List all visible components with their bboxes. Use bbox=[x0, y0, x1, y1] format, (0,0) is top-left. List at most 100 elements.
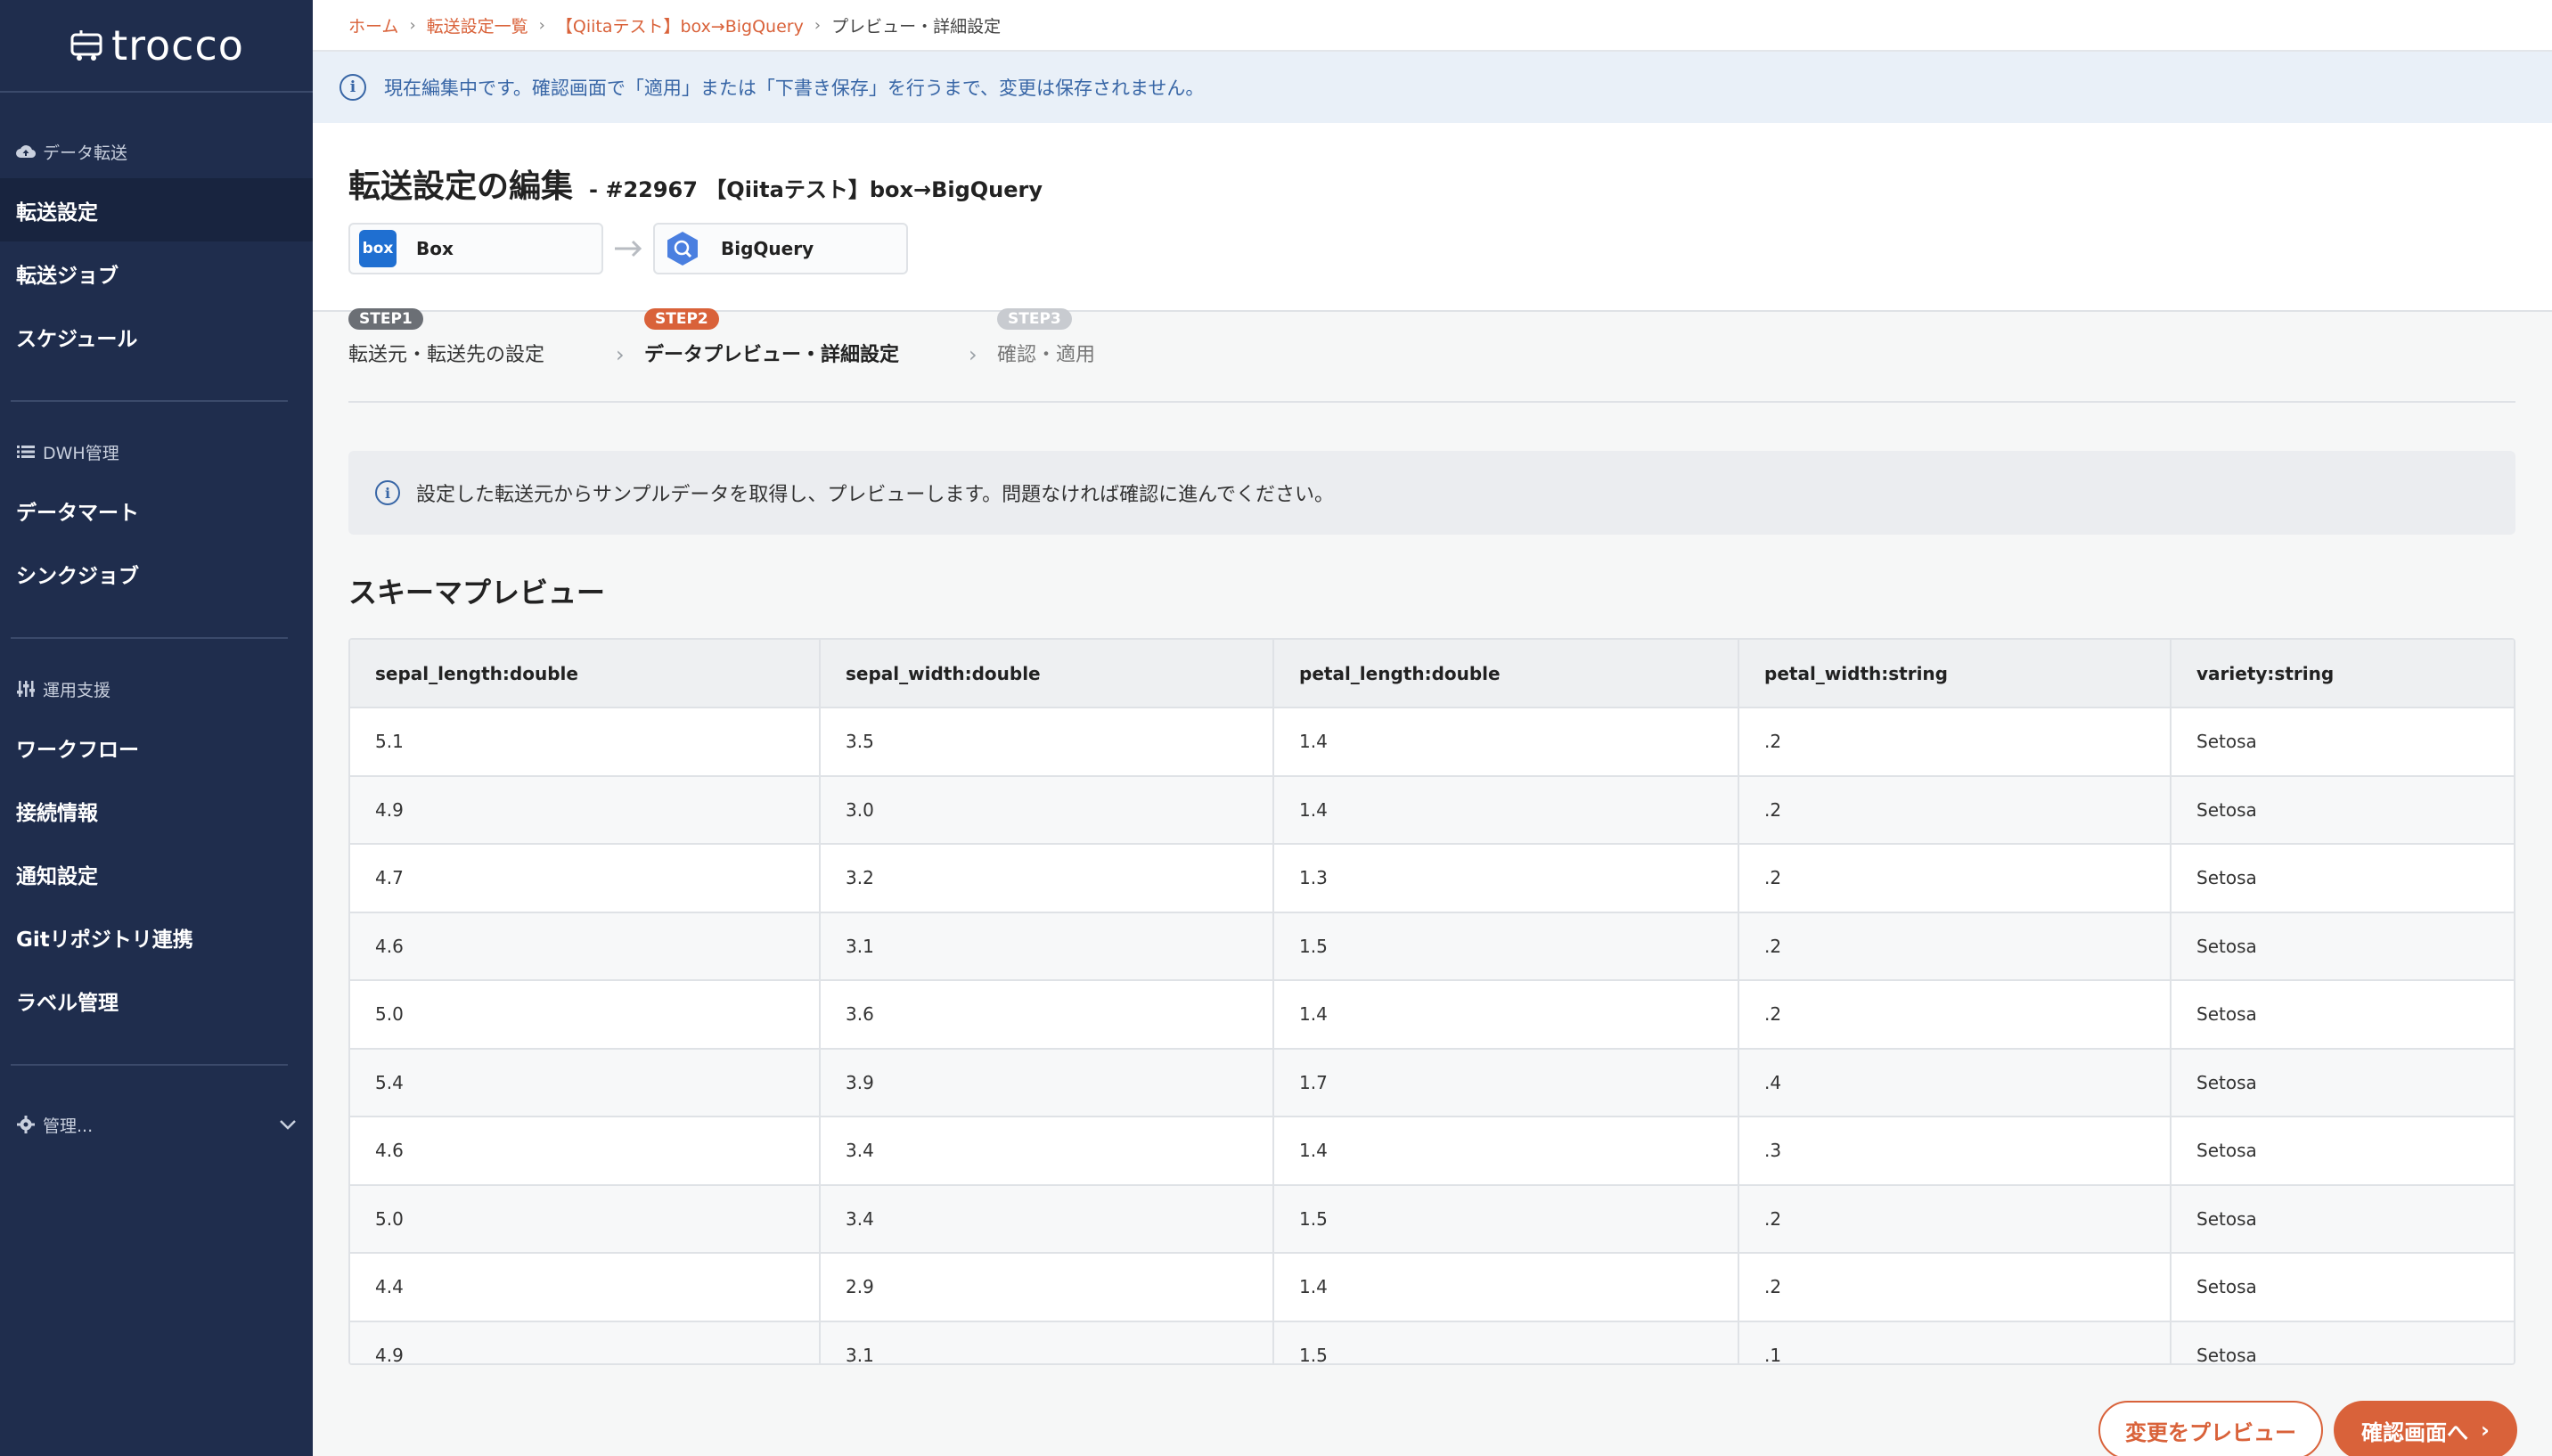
notice-text: 現在編集中です。確認画面で「適用」または「下書き保存」を行うまで、変更は保存され… bbox=[384, 78, 1205, 99]
preview-info-box: i 設定した転送元からサンプルデータを取得し、プレビューします。問題なければ確認… bbox=[348, 451, 2515, 535]
step-2: STEP2 データプレビュー・詳細設定 bbox=[644, 308, 899, 367]
table-cell: .2 bbox=[1738, 911, 2172, 980]
column-header: sepal_length:double bbox=[350, 640, 821, 708]
box-logo-icon: box bbox=[359, 230, 397, 267]
table-header-row: sepal_length:double sepal_width:double p… bbox=[350, 640, 2514, 708]
table-cell: .2 bbox=[1738, 979, 2172, 1049]
table-cell: Setosa bbox=[2171, 843, 2514, 912]
sliders-icon bbox=[16, 679, 36, 699]
trocco-logo-icon bbox=[69, 28, 104, 63]
table-cell: 1.5 bbox=[1273, 911, 1739, 980]
sidebar-item-workflow[interactable]: ワークフロー bbox=[0, 716, 313, 779]
step-indicator: STEP1 転送元・転送先の設定 › STEP2 データプレビュー・詳細設定 ›… bbox=[348, 308, 2515, 403]
table-cell: 1.4 bbox=[1273, 1116, 1739, 1185]
table-cell: 1.5 bbox=[1273, 1320, 1739, 1363]
nav-group-title: DWH管理 bbox=[43, 443, 119, 463]
table-cell: 3.0 bbox=[820, 774, 1274, 844]
table-row: 4.7 3.2 1.3.2 Setosa bbox=[350, 843, 2514, 912]
chevron-right-icon: › bbox=[2481, 1418, 2490, 1443]
source-label: Box bbox=[416, 238, 454, 259]
table-cell: 1.3 bbox=[1273, 843, 1739, 912]
step-badge: STEP3 bbox=[997, 308, 1072, 330]
table-row: 4.9 3.0 1.4.2 Setosa bbox=[350, 774, 2514, 844]
go-to-confirm-button[interactable]: 確認画面へ › bbox=[2334, 1401, 2517, 1456]
table-cell: 3.4 bbox=[820, 1116, 1274, 1185]
sidebar-item-sync-jobs[interactable]: シンクジョブ bbox=[0, 542, 313, 605]
sidebar-item-datamart[interactable]: データマート bbox=[0, 479, 313, 542]
breadcrumb-transfer-setting[interactable]: 【Qiitaテスト】box→BigQuery bbox=[556, 13, 804, 37]
divider bbox=[11, 1064, 288, 1066]
sidebar-item-git-integration[interactable]: Gitリポジトリ連携 bbox=[0, 905, 313, 969]
chevron-right-icon: › bbox=[616, 342, 625, 367]
info-icon: i bbox=[375, 480, 400, 505]
table-cell: 3.1 bbox=[820, 1320, 1274, 1363]
table-cell: .2 bbox=[1738, 843, 2172, 912]
table-cell: Setosa bbox=[2171, 1320, 2514, 1363]
sidebar-item-labels[interactable]: ラベル管理 bbox=[0, 969, 313, 1032]
table-cell: 3.2 bbox=[820, 843, 1274, 912]
step-badge: STEP2 bbox=[644, 308, 719, 330]
arrow-right-icon bbox=[603, 240, 653, 258]
step-1[interactable]: STEP1 転送元・転送先の設定 bbox=[348, 308, 544, 367]
table-cell: Setosa bbox=[2171, 1183, 2514, 1253]
page-title: 転送設定の編集 bbox=[348, 168, 574, 205]
logo-text: trocco bbox=[111, 21, 244, 70]
step-3: STEP3 確認・適用 bbox=[997, 308, 1095, 367]
main-content: ホーム › 転送設定一覧 › 【Qiitaテスト】box→BigQuery › … bbox=[313, 0, 2552, 1456]
sidebar-item-transfer-settings[interactable]: 転送設定 bbox=[0, 178, 313, 241]
step-badge: STEP1 bbox=[348, 308, 423, 330]
table-cell: .3 bbox=[1738, 1116, 2172, 1185]
table-cell: 1.4 bbox=[1273, 1252, 1739, 1321]
column-header: petal_width:string bbox=[1738, 640, 2172, 708]
table-cell: 5.0 bbox=[350, 1183, 821, 1253]
chevron-right-icon: › bbox=[969, 342, 977, 367]
logo[interactable]: trocco bbox=[0, 0, 313, 93]
breadcrumb-home[interactable]: ホーム bbox=[348, 13, 398, 37]
table-cell: .4 bbox=[1738, 1047, 2172, 1117]
sidebar-item-schedule[interactable]: スケジュール bbox=[0, 305, 313, 368]
table-cell: Setosa bbox=[2171, 911, 2514, 980]
table-cell: 5.0 bbox=[350, 979, 821, 1049]
admin-label: 管理... bbox=[43, 1116, 94, 1136]
table-cell: 3.4 bbox=[820, 1183, 1274, 1253]
nav-group-title: データ転送 bbox=[43, 143, 128, 163]
table-cell: .2 bbox=[1738, 774, 2172, 844]
breadcrumb-transfer-list[interactable]: 転送設定一覧 bbox=[427, 13, 528, 37]
table-cell: 4.7 bbox=[350, 843, 821, 912]
table-cell: Setosa bbox=[2171, 1252, 2514, 1321]
table-cell: 2.9 bbox=[820, 1252, 1274, 1321]
schema-preview-table[interactable]: sepal_length:double sepal_width:double p… bbox=[348, 638, 2515, 1365]
sidebar-item-transfer-jobs[interactable]: 転送ジョブ bbox=[0, 241, 313, 305]
sidebar-item-notifications[interactable]: 通知設定 bbox=[0, 842, 313, 905]
table-cell: 4.9 bbox=[350, 774, 821, 844]
table-row: 4.6 3.4 1.4.3 Setosa bbox=[350, 1116, 2514, 1185]
chevron-right-icon: › bbox=[538, 15, 545, 35]
table-cell: 4.9 bbox=[350, 1320, 821, 1363]
divider bbox=[11, 400, 288, 402]
table-cell: 1.5 bbox=[1273, 1183, 1739, 1253]
sidebar-item-connections[interactable]: 接続情報 bbox=[0, 779, 313, 842]
connector-pair: box Box BigQuery bbox=[348, 223, 908, 274]
page-header: 転送設定の編集 - #22967 【Qiitaテスト】box→BigQuery … bbox=[313, 123, 2552, 312]
sidebar-item-admin[interactable]: 管理... bbox=[0, 1098, 313, 1151]
table-row: 4.9 3.1 1.5.1 Setosa bbox=[350, 1320, 2514, 1363]
column-header: sepal_width:double bbox=[820, 640, 1274, 708]
table-cell: Setosa bbox=[2171, 1047, 2514, 1117]
step-label: 転送元・転送先の設定 bbox=[348, 344, 545, 366]
column-header: variety:string bbox=[2171, 640, 2514, 708]
chevron-down-icon bbox=[279, 1115, 297, 1134]
table-cell: 1.4 bbox=[1273, 774, 1739, 844]
destination-connector: BigQuery bbox=[653, 223, 908, 274]
table-row: 5.0 3.4 1.5.2 Setosa bbox=[350, 1183, 2514, 1253]
table-cell: .2 bbox=[1738, 1183, 2172, 1253]
chevron-right-icon: › bbox=[409, 15, 416, 35]
table-cell: 3.9 bbox=[820, 1047, 1274, 1117]
chevron-right-icon: › bbox=[814, 15, 822, 35]
table-cell: Setosa bbox=[2171, 979, 2514, 1049]
preview-changes-button[interactable]: 変更をプレビュー bbox=[2098, 1401, 2323, 1456]
table-row: 4.4 2.9 1.4.2 Setosa bbox=[350, 1252, 2514, 1321]
gear-icon bbox=[16, 1115, 36, 1134]
info-text: 設定した転送元からサンプルデータを取得し、プレビューします。問題なければ確認に進… bbox=[416, 484, 1335, 506]
column-header: petal_length:double bbox=[1273, 640, 1739, 708]
table-cell: 5.1 bbox=[350, 707, 821, 776]
